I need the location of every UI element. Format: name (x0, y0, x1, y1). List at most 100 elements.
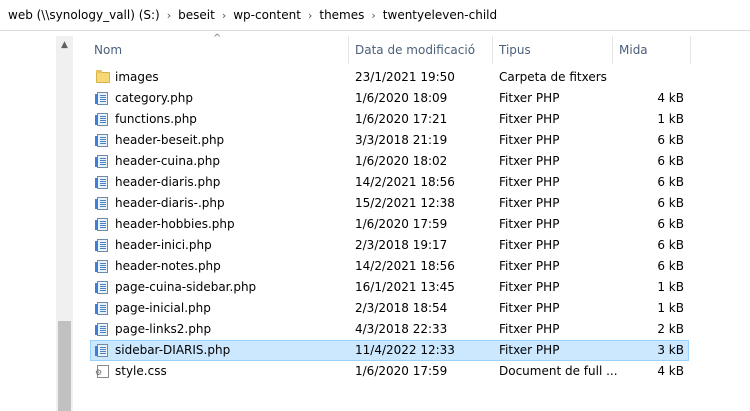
file-name: header-notes.php (115, 259, 221, 273)
file-type: Document de full ... (499, 364, 618, 378)
icon-shape (95, 155, 108, 168)
file-date: 14/2/2021 18:56 (355, 175, 455, 189)
php-file-icon (95, 259, 111, 274)
file-name: page-cuina-sidebar.php (115, 280, 257, 294)
column-header-type-label: Tipus (499, 43, 531, 57)
column-divider[interactable] (690, 36, 691, 64)
file-name: sidebar-DIARIS.php (115, 343, 231, 357)
icon-shape (96, 70, 110, 83)
file-size: 6 kB (657, 238, 684, 252)
php-file-icon (95, 112, 111, 127)
file-date: 14/2/2021 18:56 (355, 259, 455, 273)
icon-shape (95, 323, 108, 336)
file-row[interactable]: page-links2.php 4/3/2018 22:33 Fitxer PHP 2… (90, 319, 689, 340)
icon-shape (95, 281, 108, 294)
scrollbar-thumb[interactable] (58, 321, 71, 411)
php-file-icon (95, 196, 111, 211)
column-header-type[interactable]: Tipus (499, 36, 612, 64)
file-size: 2 kB (657, 322, 684, 336)
breadcrumb: web (\\synology_vall) (S:) › beseit › wp… (0, 0, 750, 31)
file-type: Fitxer PHP (499, 259, 560, 273)
file-row[interactable]: style.css 1/6/2020 17:59 Document de full … (90, 361, 689, 382)
file-size: 1 kB (657, 301, 684, 315)
file-name: category.php (115, 91, 193, 105)
file-row[interactable]: header-cuina.php 1/6/2020 18:02 Fitxer PHP… (90, 151, 689, 172)
chevron-right-icon[interactable]: › (217, 9, 231, 22)
icon-shape (95, 260, 108, 273)
column-header-name-label: Nom (94, 43, 123, 57)
breadcrumb-wp-content[interactable]: wp-content (231, 8, 303, 22)
file-row[interactable]: page-cuina-sidebar.php 16/1/2021 13:45 Fit… (90, 277, 689, 298)
breadcrumb-drive[interactable]: web (\\synology_vall) (S:) (6, 8, 162, 22)
file-size: 4 kB (657, 364, 684, 378)
nav-pane-scrollbar[interactable]: ▲ (56, 36, 73, 411)
file-type: Fitxer PHP (499, 238, 560, 252)
column-header-size-label: Mida (619, 43, 648, 57)
php-file-icon (95, 238, 111, 253)
icon-shape (95, 113, 108, 126)
icon-shape (95, 344, 108, 357)
file-name: header-diaris-.php (115, 196, 225, 210)
php-file-icon (95, 154, 111, 169)
chevron-right-icon[interactable]: › (303, 9, 317, 22)
column-divider[interactable] (492, 36, 493, 64)
column-header-name[interactable]: Nom (94, 36, 348, 64)
file-type: Fitxer PHP (499, 112, 560, 126)
file-date: 1/6/2020 17:21 (355, 112, 448, 126)
file-row[interactable]: header-notes.php 14/2/2021 18:56 Fitxer PH… (90, 256, 689, 277)
column-header-date[interactable]: Data de modificació (355, 36, 492, 64)
file-type: Carpeta de fitxers (499, 70, 607, 84)
icon-shape (95, 176, 108, 189)
file-size: 6 kB (657, 175, 684, 189)
file-date: 1/6/2020 18:02 (355, 154, 448, 168)
file-date: 2/3/2018 18:54 (355, 301, 448, 315)
breadcrumb-beseit[interactable]: beseit (176, 8, 217, 22)
file-date: 2/3/2018 19:17 (355, 238, 448, 252)
file-type: Fitxer PHP (499, 343, 560, 357)
file-row[interactable]: header-beseit.php 3/3/2018 21:19 Fitxer PH… (90, 130, 689, 151)
chevron-right-icon[interactable]: › (366, 9, 380, 22)
file-size: 6 kB (657, 133, 684, 147)
breadcrumb-themes[interactable]: themes (317, 8, 366, 22)
file-row[interactable]: sidebar-DIARIS.php 11/4/2022 12:33 Fitxer … (90, 340, 689, 361)
php-file-icon (95, 280, 111, 295)
icon-shape (95, 239, 108, 252)
php-file-icon (95, 343, 111, 358)
file-row[interactable]: header-inici.php 2/3/2018 19:17 Fitxer PHP… (90, 235, 689, 256)
file-row[interactable]: header-diaris-.php 15/2/2021 12:38 Fitxer … (90, 193, 689, 214)
file-row[interactable]: header-hobbies.php 1/6/2020 17:59 Fitxer P… (90, 214, 689, 235)
file-name: header-inici.php (115, 238, 212, 252)
php-file-icon (95, 322, 111, 337)
column-header-size[interactable]: Mida (619, 36, 689, 64)
file-type: Fitxer PHP (499, 196, 560, 210)
file-row[interactable]: page-inicial.php 2/3/2018 18:54 Fitxer PHP… (90, 298, 689, 319)
css-file-icon (95, 364, 111, 379)
file-type: Fitxer PHP (499, 175, 560, 189)
file-type: Fitxer PHP (499, 133, 560, 147)
file-size: 6 kB (657, 196, 684, 210)
file-type: Fitxer PHP (499, 91, 560, 105)
file-name: style.css (115, 364, 167, 378)
breadcrumb-current-folder[interactable]: twentyeleven-child (381, 8, 499, 22)
file-date: 15/2/2021 12:38 (355, 196, 455, 210)
folder-icon (96, 70, 111, 85)
file-type: Fitxer PHP (499, 301, 560, 315)
file-size: 3 kB (657, 343, 684, 357)
chevron-right-icon[interactable]: › (162, 9, 176, 22)
file-row[interactable]: header-diaris.php 14/2/2021 18:56 Fitxer P… (90, 172, 689, 193)
icon-shape (95, 302, 108, 315)
file-row[interactable]: category.php 1/6/2020 18:09 Fitxer PHP 4 kB (90, 88, 689, 109)
file-size: 1 kB (657, 112, 684, 126)
file-date: 1/6/2020 17:59 (355, 217, 448, 231)
column-divider[interactable] (612, 36, 613, 64)
column-divider[interactable] (348, 36, 349, 64)
php-file-icon (95, 301, 111, 316)
file-row[interactable]: images 23/1/2021 19:50 Carpeta de fitxers (90, 67, 689, 88)
file-row[interactable]: functions.php 1/6/2020 17:21 Fitxer PHP 1 k… (90, 109, 689, 130)
file-date: 23/1/2021 19:50 (355, 70, 455, 84)
php-file-icon (95, 175, 111, 190)
icon-shape (95, 365, 109, 378)
file-type: Fitxer PHP (499, 322, 560, 336)
scroll-up-arrow-icon[interactable]: ▲ (56, 36, 73, 53)
php-file-icon (95, 133, 111, 148)
